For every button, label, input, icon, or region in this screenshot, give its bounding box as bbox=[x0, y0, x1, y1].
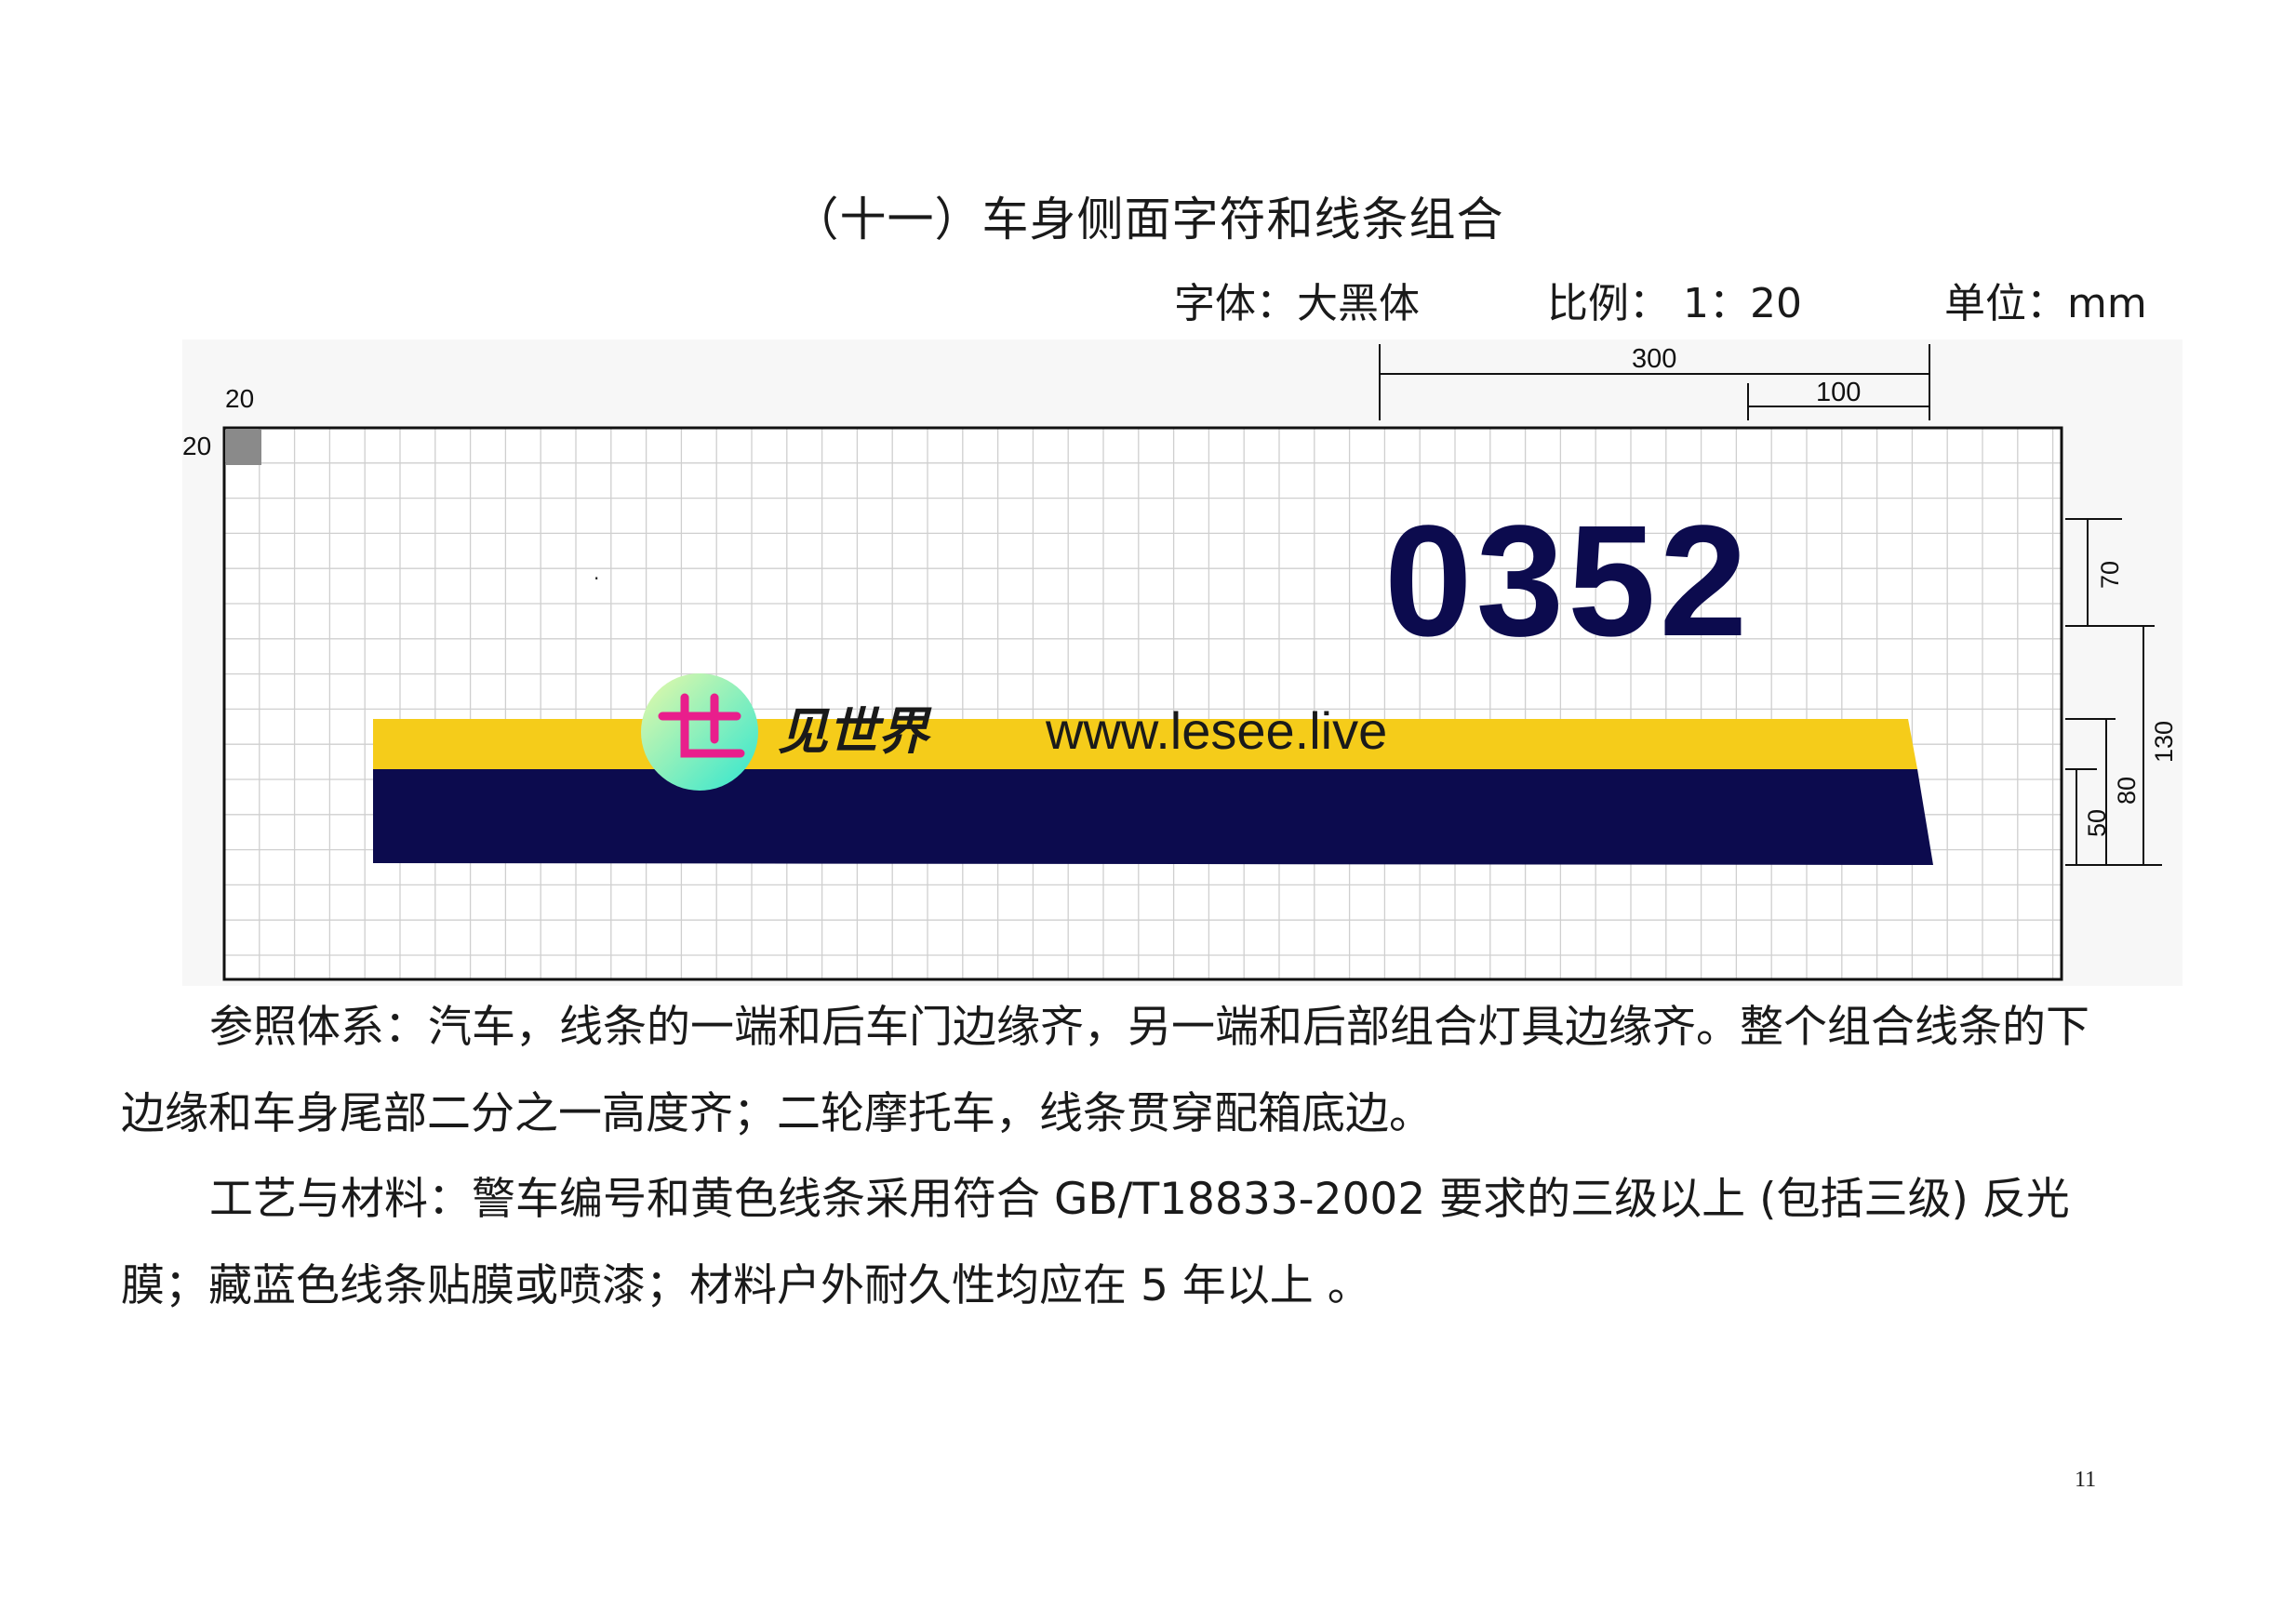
navy-stripe bbox=[373, 769, 1933, 865]
reference-text: 参照体系：汽车，线条的一端和后车门边缘齐，另一端和后部组合灯具边缘齐。整个组合线… bbox=[121, 1002, 2089, 1139]
speck-dot: . bbox=[594, 562, 599, 584]
page-number: 11 bbox=[2075, 1468, 2097, 1492]
dimension-70: 70 bbox=[2096, 561, 2124, 589]
font-spec: 字体：大黑体 bbox=[1174, 280, 1420, 327]
dimension-50: 50 bbox=[2083, 809, 2111, 837]
materials-paragraph: 工艺与材料：警车编号和黄色线条采用符合 GB/T18833-2002 要求的三级… bbox=[121, 1156, 2130, 1329]
dimension-80: 80 bbox=[2113, 777, 2141, 805]
watermark-url: www.lesee.live bbox=[1045, 701, 1387, 760]
grid-cell-sample bbox=[226, 430, 261, 465]
section-title: （十一）车身侧面字符和线条组合 bbox=[792, 193, 1504, 246]
dimension-100: 100 bbox=[1816, 378, 1861, 407]
stripe-layout-drawing: 20 20 . 0352 见世界 www.lesee.live 300 100 bbox=[182, 339, 2183, 986]
car-number: 0352 bbox=[1384, 493, 1751, 670]
dimension-300: 300 bbox=[1632, 344, 1676, 374]
unit-spec: 单位：mm bbox=[1944, 280, 2147, 327]
grid-cell-label-top: 20 bbox=[225, 384, 254, 413]
materials-text: 工艺与材料：警车编号和黄色线条采用符合 GB/T18833-2002 要求的三级… bbox=[121, 1174, 2070, 1311]
watermark-brand: 见世界 bbox=[778, 701, 932, 761]
scale-spec: 比例： 1：20 bbox=[1547, 280, 1802, 327]
dimension-130: 130 bbox=[2150, 721, 2178, 763]
reference-paragraph: 参照体系：汽车，线条的一端和后车门边缘齐，另一端和后部组合灯具边缘齐。整个组合线… bbox=[121, 984, 2130, 1157]
grid-cell-label-side: 20 bbox=[182, 432, 211, 460]
watermark-logo bbox=[641, 673, 758, 791]
